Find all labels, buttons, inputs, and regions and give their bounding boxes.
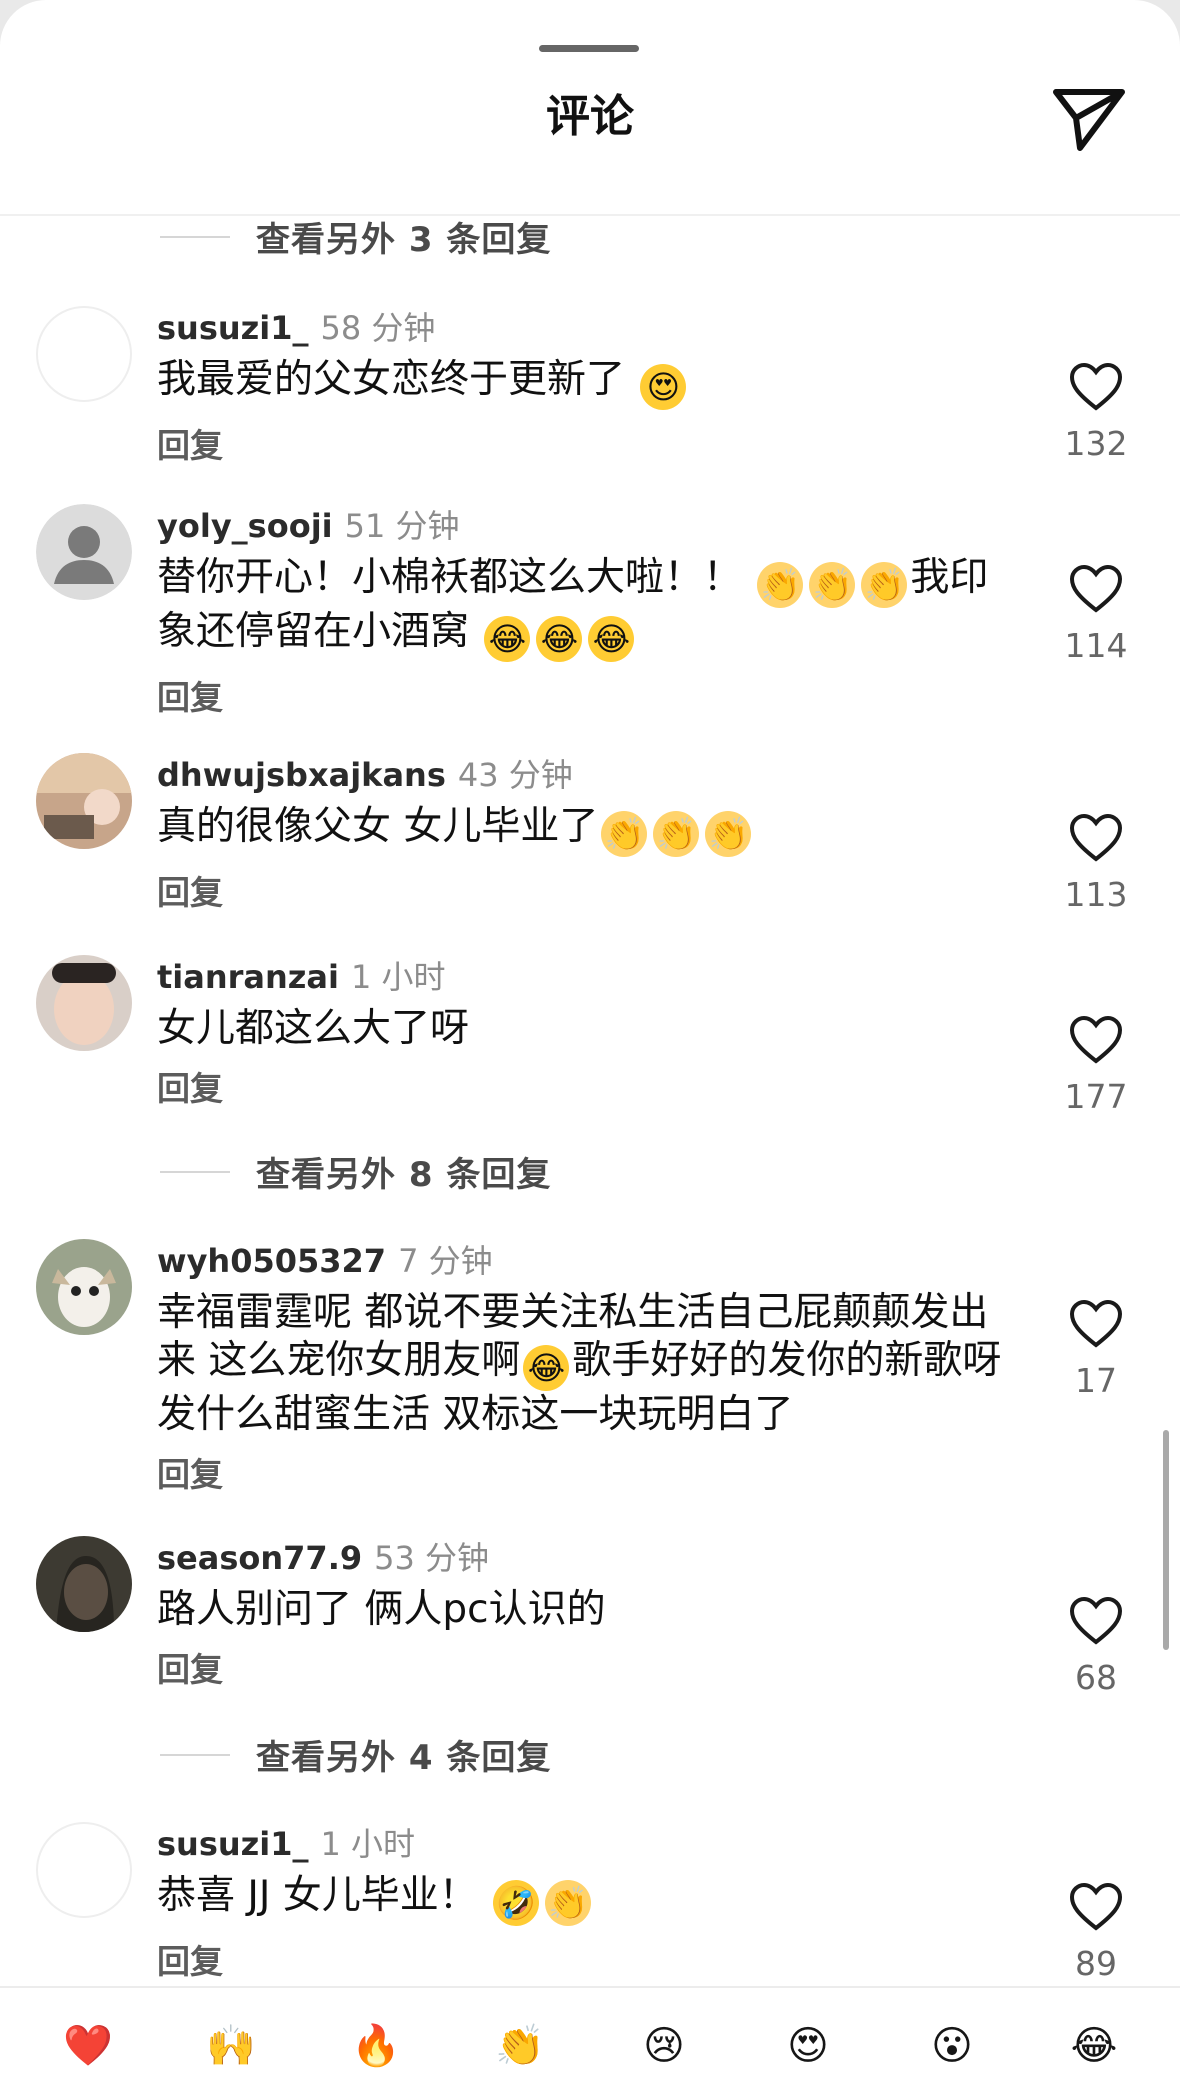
comment-time: 7 分钟 — [398, 1242, 493, 1280]
like-button[interactable]: 132 — [1060, 362, 1132, 464]
drag-handle[interactable] — [539, 45, 639, 52]
like-count: 177 — [1064, 1077, 1128, 1116]
comment-time: 51 分钟 — [344, 507, 460, 545]
clap-emoji: 👏 — [757, 562, 804, 608]
reaction-laugh-icon[interactable]: 😂 — [1058, 2010, 1130, 2076]
like-button[interactable]: 68 — [1060, 1596, 1132, 1698]
comment-username[interactable]: wyh0505327 — [157, 1242, 386, 1280]
divider-line — [160, 1170, 230, 1173]
comment-username[interactable]: tianranzai — [157, 958, 339, 996]
comments-sheet: 评论 查看另外 3 条回复 susuzi1_ 58 分钟 我最爱的父女恋终于更新了… — [0, 0, 1180, 2076]
clap-emoji: 👏 — [705, 811, 752, 857]
clap-emoji: 👏 — [601, 811, 648, 857]
avatar-photo[interactable] — [36, 1239, 132, 1335]
like-button[interactable]: 114 — [1060, 564, 1132, 666]
comment-text: 恭喜 JJ 女儿毕业！ 🤣 👏 — [157, 1872, 1017, 1926]
avatar-photo[interactable] — [36, 1536, 132, 1632]
view-more-replies-button[interactable]: 查看另外 4 条回复 — [160, 1730, 551, 1779]
comment-time: 1 小时 — [350, 958, 446, 996]
clap-emoji: 👏 — [809, 562, 856, 608]
laugh-emoji: 😂 — [588, 616, 635, 662]
heart-outline-icon[interactable] — [1068, 564, 1124, 614]
like-count: 113 — [1064, 875, 1128, 914]
comment-username[interactable]: susuzi1_ — [157, 1825, 309, 1863]
quick-reactions-bar: ❤️ 🙌 🔥 👏 😢 😍 😮 😂 — [0, 1986, 1180, 2076]
comment-text: 替你开心！小棉袄都这么大啦！！ 👏 👏 👏 我印象还停留在小酒窝 😂 😂 😂 — [157, 554, 997, 662]
comment-text: 路人别问了 俩人pc认识的 — [157, 1587, 606, 1632]
comment-time: 43 分钟 — [457, 756, 573, 794]
like-count: 132 — [1064, 424, 1128, 463]
avatar[interactable] — [36, 1822, 132, 1918]
comment-text: 女儿都这么大了呀 — [157, 1006, 470, 1051]
avatar-photo[interactable] — [36, 753, 132, 849]
comment-username[interactable]: dhwujsbxajkans — [157, 756, 446, 794]
like-count: 114 — [1064, 626, 1128, 665]
heart-outline-icon[interactable] — [1068, 1015, 1124, 1065]
reaction-heart-icon[interactable]: ❤️ — [52, 2010, 124, 2076]
comment-username[interactable]: yoly_sooji — [157, 507, 333, 545]
like-count: 89 — [1075, 1944, 1117, 1983]
send-icon[interactable] — [1050, 84, 1128, 154]
reaction-raised-hands-icon[interactable]: 🙌 — [195, 2010, 267, 2076]
laugh-emoji: 😂 — [484, 616, 531, 662]
comment-text: 幸福雷霆呢 都说不要关注私生活自己屁颠颠发出来 这么宠你女朋友啊 😂 歌手好好的发你… — [157, 1290, 1002, 1437]
laugh-emoji: 😂 — [523, 1345, 570, 1391]
view-more-label: 查看另外 8 条回复 — [256, 1155, 552, 1195]
reply-button[interactable]: 回复 — [157, 871, 1017, 915]
heart-eyes-emoji: 😍 — [640, 364, 687, 410]
heart-outline-icon[interactable] — [1068, 813, 1124, 863]
view-more-label: 查看另外 4 条回复 — [256, 1738, 552, 1778]
heart-outline-icon[interactable] — [1068, 1596, 1124, 1646]
like-button[interactable]: 177 — [1060, 1015, 1132, 1117]
reply-button[interactable]: 回复 — [157, 1940, 1017, 1984]
clap-emoji: 👏 — [545, 1880, 592, 1926]
sheet-title: 评论 — [546, 91, 634, 142]
view-more-replies-button[interactable]: 查看另外 8 条回复 — [160, 1147, 551, 1196]
reply-button[interactable]: 回复 — [157, 1067, 1017, 1111]
heart-outline-icon[interactable] — [1068, 1882, 1124, 1932]
like-count: 68 — [1075, 1658, 1117, 1697]
like-button[interactable]: 17 — [1060, 1299, 1132, 1401]
heart-outline-icon[interactable] — [1068, 362, 1124, 412]
comment-username[interactable]: susuzi1_ — [157, 309, 309, 347]
reply-button[interactable]: 回复 — [157, 1648, 1017, 1692]
avatar[interactable] — [36, 306, 132, 402]
comment-time: 53 分钟 — [374, 1539, 490, 1577]
comment-text: 真的很像父女 女儿毕业了 👏 👏 👏 — [157, 803, 1017, 857]
comment-time: 58 分钟 — [320, 309, 436, 347]
reply-button[interactable]: 回复 — [157, 1453, 1017, 1497]
reaction-clap-icon[interactable]: 👏 — [484, 2010, 556, 2076]
laugh-emoji: 😂 — [536, 616, 583, 662]
reply-button[interactable]: 回复 — [157, 676, 1017, 720]
reaction-surprised-icon[interactable]: 😮 — [916, 2010, 988, 2076]
reaction-fire-icon[interactable]: 🔥 — [340, 2010, 412, 2076]
avatar-photo[interactable] — [36, 955, 132, 1051]
rofl-emoji: 🤣 — [493, 1880, 540, 1926]
clap-emoji: 👏 — [653, 811, 700, 857]
avatar-default-person-icon[interactable] — [36, 504, 132, 600]
comment-time: 1 小时 — [320, 1825, 416, 1863]
scrollbar[interactable] — [1163, 1430, 1169, 1650]
comment-text: 我最爱的父女恋终于更新了 😍 — [157, 356, 1017, 410]
divider-line — [160, 1753, 230, 1756]
like-button[interactable]: 89 — [1060, 1882, 1132, 1984]
reaction-crying-icon[interactable]: 😢 — [628, 2010, 700, 2076]
reply-button[interactable]: 回复 — [157, 424, 1017, 468]
divider-line — [160, 235, 230, 238]
view-more-label: 查看另外 3 条回复 — [256, 220, 552, 260]
like-button[interactable]: 113 — [1060, 813, 1132, 915]
comment-username[interactable]: season77.9 — [157, 1539, 362, 1577]
view-more-replies-button[interactable]: 查看另外 3 条回复 — [160, 212, 551, 261]
reaction-heart-eyes-icon[interactable]: 😍 — [772, 2010, 844, 2076]
like-count: 17 — [1075, 1361, 1117, 1400]
heart-outline-icon[interactable] — [1068, 1299, 1124, 1349]
clap-emoji: 👏 — [861, 562, 908, 608]
